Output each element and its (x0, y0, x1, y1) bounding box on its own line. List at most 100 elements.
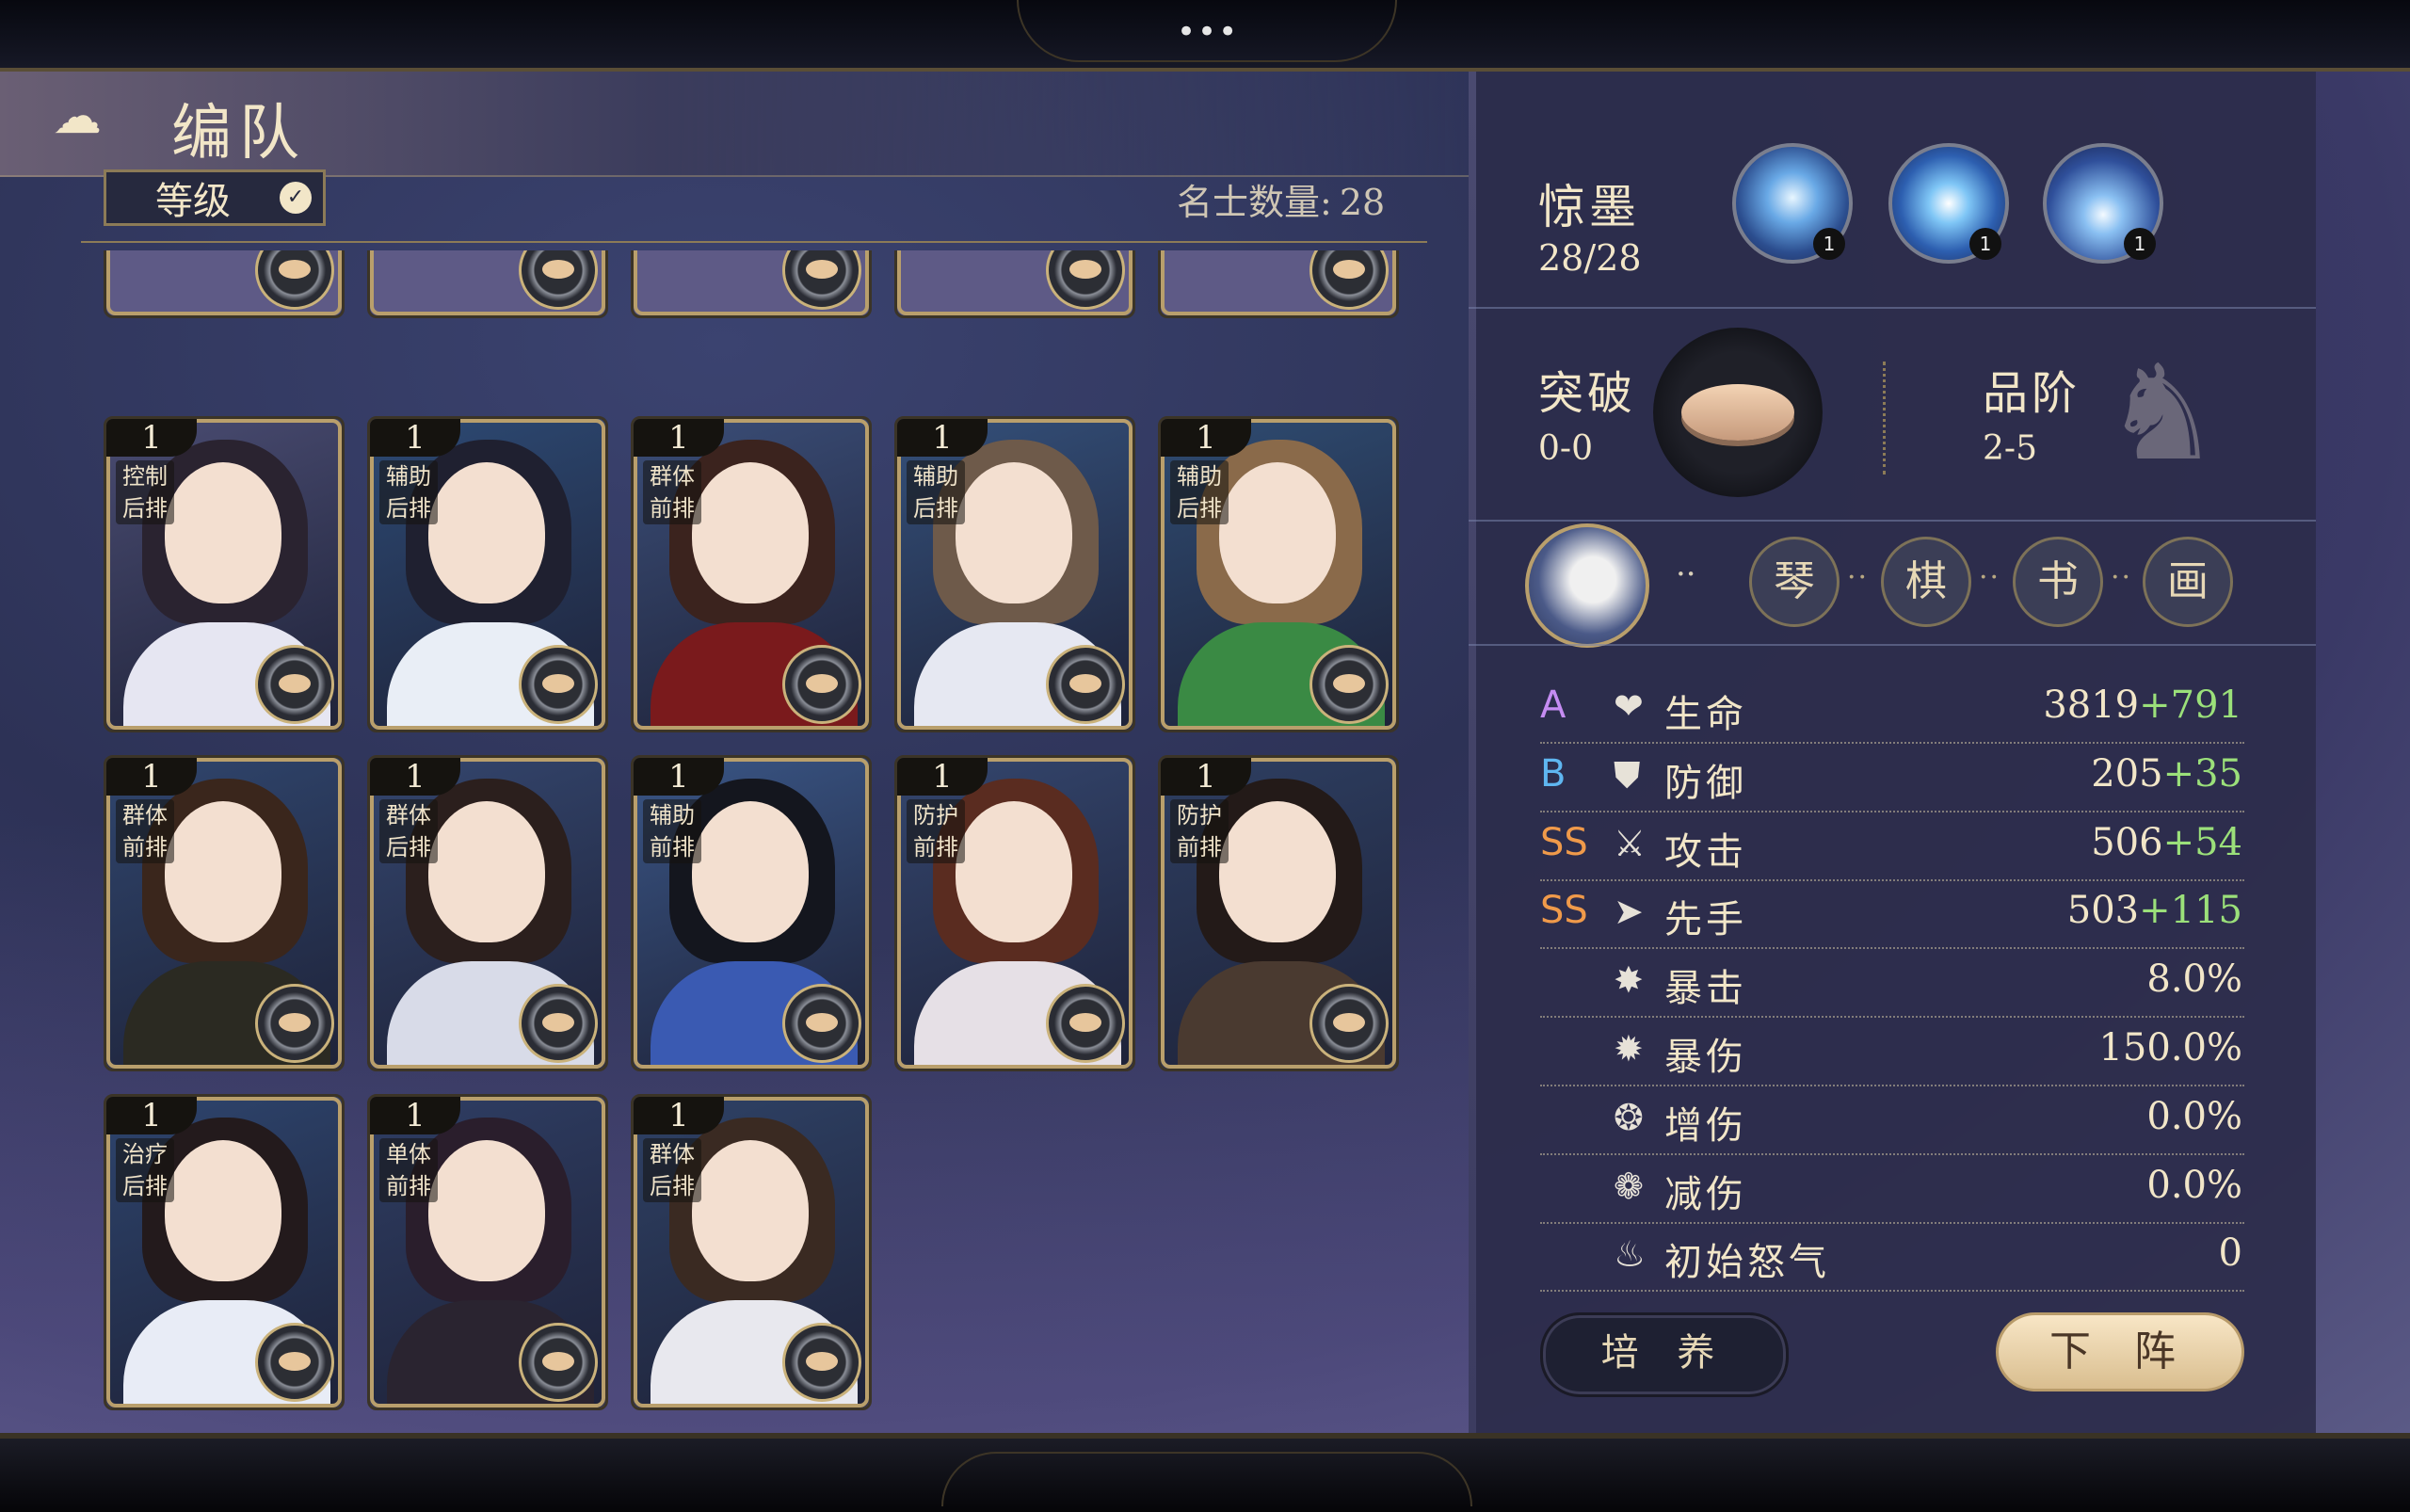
hero-card[interactable]: 1 辅助 后排 (1158, 416, 1399, 732)
sort-label: 等级 (155, 180, 231, 223)
stat-grade: B (1540, 751, 1566, 796)
stat-value: 0 (2219, 1231, 2242, 1275)
hero-card[interactable] (104, 250, 345, 318)
hero-position: 后排 (122, 495, 168, 522)
hero-role-tag: 单体 前排 (379, 1138, 438, 1202)
stat-name: 暴伤 (1664, 1036, 1747, 1079)
hero-portrait (692, 801, 809, 942)
stat-value: 0.0% (2146, 1095, 2242, 1138)
hero-portrait (692, 1140, 809, 1281)
chevron-down-icon: ✓ (280, 182, 312, 214)
stat-base: 506 (2091, 820, 2163, 864)
stat-name: 攻击 (1664, 829, 1747, 874)
hero-portrait (165, 801, 281, 942)
hero-portrait (428, 1140, 545, 1281)
stat-bonus: +791 (2139, 684, 2242, 727)
heart-icon: ❤ (1614, 685, 1644, 727)
bottom-bar (0, 1433, 2410, 1512)
stat-bonus: +35 (2162, 751, 2242, 796)
damage-down-icon: ❁ (1614, 1165, 1644, 1207)
dots-separator: ·· (2111, 561, 2133, 594)
skill-lightning-icon[interactable]: 1 (2043, 143, 2163, 264)
stat-grade: SS (1540, 820, 1588, 864)
pet-avatar[interactable] (1525, 523, 1649, 648)
hero-card[interactable]: 1 群体 前排 (631, 416, 872, 732)
hero-card[interactable]: 1 辅助 前排 (631, 755, 872, 1071)
hero-position: 后排 (1177, 495, 1222, 522)
hero-card[interactable]: 1 单体 前排 (367, 1094, 608, 1410)
breakthrough-coin-icon[interactable] (1653, 328, 1823, 497)
art-qi-button[interactable]: 棋 (1881, 537, 1971, 627)
hero-role: 群体 (122, 802, 168, 828)
hero-portrait (1219, 462, 1336, 603)
remove-from-team-button[interactable]: 下 阵 (1996, 1312, 2244, 1391)
breakthrough-label: 突破 (1538, 367, 1637, 420)
stat-base: 150.0% (2098, 1026, 2242, 1070)
hero-card[interactable]: 1 防护 前排 (1158, 755, 1399, 1071)
stat-grade: SS (1540, 889, 1588, 933)
stat-row: ✸ 暴击 8.0% (1540, 948, 2244, 1019)
stat-base: 205 (2091, 751, 2163, 796)
skill-crystal-icon[interactable]: 1 (1732, 143, 1853, 264)
sort-dropdown[interactable]: 等级 ✓ (104, 169, 326, 226)
hero-card[interactable]: 1 群体 前排 (104, 755, 345, 1071)
stat-base: 0 (2218, 1231, 2242, 1276)
skill-swirl-icon[interactable]: 1 (1888, 143, 2009, 264)
stat-row: ❂ 增伤 0.0% (1540, 1086, 2244, 1155)
hero-card[interactable]: 1 防护 前排 (894, 755, 1135, 1071)
hero-portrait (956, 462, 1072, 603)
hero-card[interactable]: 1 群体 后排 (631, 1094, 872, 1410)
hero-level: 1 (634, 1097, 724, 1134)
stat-value: 8.0% (2146, 957, 2242, 1001)
art-hua-button[interactable]: 画 (2143, 537, 2233, 627)
hero-card[interactable]: 1 群体 后排 (367, 755, 608, 1071)
hero-level: 1 (634, 419, 724, 457)
hero-card[interactable]: 1 治疗 后排 (104, 1094, 345, 1410)
hero-role-tag: 辅助 后排 (379, 460, 438, 524)
hero-level: 1 (370, 419, 460, 457)
hero-role: 辅助 (1177, 463, 1222, 490)
hero-level: 1 (897, 758, 988, 796)
hero-role-tag: 群体 后排 (379, 799, 438, 863)
hero-card[interactable] (894, 250, 1135, 318)
hero-count: 名士数量: 28 (1177, 173, 1385, 225)
stat-row: ✹ 暴伤 150.0% (1540, 1017, 2244, 1086)
element-badge-icon (519, 645, 598, 724)
train-button[interactable]: 培 养 (1540, 1312, 1789, 1397)
stat-name: 减伤 (1664, 1172, 1747, 1216)
stat-name: 防御 (1664, 761, 1747, 805)
hero-card[interactable]: 1 控制后排 (104, 416, 345, 732)
hero-position: 后排 (386, 834, 431, 861)
stat-value: 3819+791 (2043, 684, 2242, 727)
art-qin-button[interactable]: 琴 (1749, 537, 1840, 627)
sword-icon: ⚔ (1614, 822, 1647, 864)
rage-icon: ♨ (1614, 1233, 1647, 1276)
stat-row: B ⛊ 防御 205+35 (1540, 743, 2244, 812)
crit-icon: ✸ (1614, 959, 1644, 1002)
hero-card[interactable] (367, 250, 608, 318)
dots-separator: ·· (1979, 561, 2001, 594)
stat-base: 0.0% (2146, 1094, 2242, 1138)
hero-role: 辅助 (650, 802, 695, 828)
hero-position: 后排 (650, 1173, 695, 1199)
stat-bonus: +54 (2162, 820, 2242, 864)
damage-up-icon: ❂ (1614, 1096, 1644, 1138)
element-badge-icon (1309, 984, 1389, 1063)
back-button[interactable]: ☁ (53, 88, 156, 145)
stat-base: 503 (2066, 889, 2140, 933)
hero-card[interactable]: 1 辅助 后排 (367, 416, 608, 732)
hero-card[interactable]: 1 辅助 后排 (894, 416, 1135, 732)
hero-level: 1 (106, 419, 197, 457)
stat-row: A ❤ 生命 3819+791 (1540, 674, 2244, 744)
skill-level: 1 (2124, 228, 2156, 260)
hero-card[interactable] (1158, 250, 1399, 318)
hero-level: 1 (106, 758, 197, 796)
stat-row: ♨ 初始怒气 0 (1540, 1222, 2244, 1293)
more-menu-icon[interactable]: ••• (1177, 13, 1239, 51)
hero-role: 控制 (122, 463, 168, 490)
element-badge-icon (255, 1323, 334, 1402)
art-shu-button[interactable]: 书 (2013, 537, 2103, 627)
stat-name: 暴击 (1664, 967, 1747, 1011)
divider (81, 241, 1427, 243)
hero-card[interactable] (631, 250, 872, 318)
